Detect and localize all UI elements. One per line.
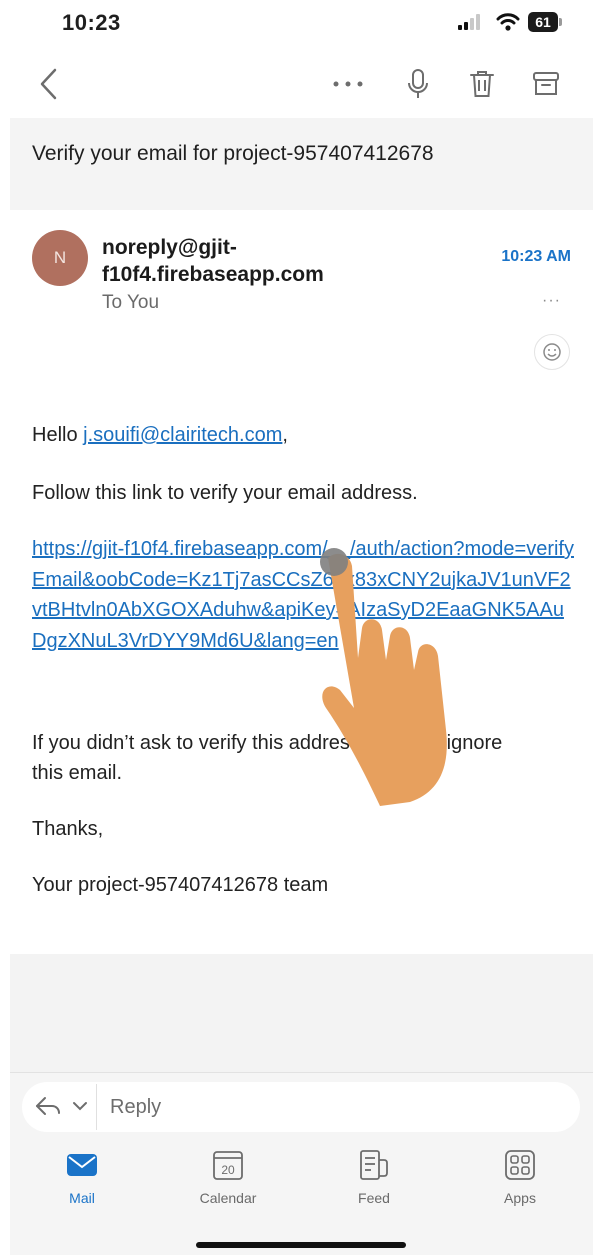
chevron-left-icon (40, 68, 57, 100)
recipient-email-link[interactable]: j.souifi@clairitech.com (83, 424, 282, 446)
sender-address[interactable]: noreply@gjit-f10f4.firebaseapp.com (102, 234, 382, 288)
tab-feed[interactable]: Feed (324, 1148, 424, 1218)
archive-icon (533, 72, 559, 95)
thanks-line: Thanks, (32, 818, 104, 840)
back-button[interactable] (28, 64, 68, 104)
content-footer (10, 954, 593, 1072)
chevron-down-icon[interactable] (72, 1100, 88, 1112)
trash-icon (470, 71, 494, 97)
tab-feed-label: Feed (358, 1190, 390, 1206)
message-toolbar (0, 56, 593, 112)
tab-apps-label: Apps (504, 1190, 536, 1206)
reply-divider (96, 1084, 97, 1130)
mail-icon (67, 1154, 97, 1176)
sender-avatar[interactable]: N (32, 230, 88, 286)
greeting-prefix: Hello (32, 424, 84, 446)
email-time: 10:23 AM (501, 248, 571, 265)
microphone-icon (408, 69, 428, 98)
wifi-icon (496, 13, 520, 31)
smiley-icon (543, 343, 561, 361)
delete-button[interactable] (462, 64, 502, 104)
signal-icon (458, 14, 480, 30)
home-indicator[interactable] (196, 1242, 406, 1248)
tab-calendar-label: Calendar (199, 1190, 257, 1206)
status-time: 10:23 (62, 10, 121, 35)
follow-instruction: Follow this link to verify your email ad… (32, 482, 418, 504)
battery-icon: 61 (528, 12, 562, 32)
calendar-date: 20 (221, 1163, 235, 1177)
email-subject: Verify your email for project-9574074126… (32, 142, 434, 165)
message-more-button[interactable]: ··· (542, 292, 561, 310)
subject-bar: Verify your email for project-9574074126… (10, 118, 593, 210)
feed-icon (360, 1150, 388, 1180)
tap-hand-icon (320, 548, 447, 806)
calendar-icon: 20 (213, 1151, 243, 1180)
greeting-line: Hello j.souifi@clairitech.com, (32, 420, 288, 450)
tab-mail-label: Mail (69, 1190, 95, 1206)
signature-line: Your project-957407412678 team (32, 874, 329, 896)
greeting-suffix: , (282, 424, 288, 446)
archive-button[interactable] (526, 64, 566, 104)
tab-calendar[interactable]: 20 Calendar (178, 1148, 278, 1218)
status-bar: 10:23 61 (0, 0, 593, 50)
tab-mail[interactable]: Mail (32, 1148, 132, 1218)
reaction-button[interactable] (534, 334, 570, 370)
reply-arrow-icon[interactable] (34, 1094, 62, 1120)
tab-apps[interactable]: Apps (470, 1148, 570, 1218)
ellipsis-icon (333, 81, 363, 87)
battery-level: 61 (528, 12, 558, 32)
reply-input[interactable]: Reply (110, 1096, 161, 1119)
dictation-button[interactable] (398, 64, 438, 104)
more-options-button[interactable] (328, 64, 368, 104)
recipient-label[interactable]: To You (102, 292, 159, 314)
reply-bar[interactable] (22, 1082, 580, 1132)
apps-icon (505, 1150, 535, 1180)
